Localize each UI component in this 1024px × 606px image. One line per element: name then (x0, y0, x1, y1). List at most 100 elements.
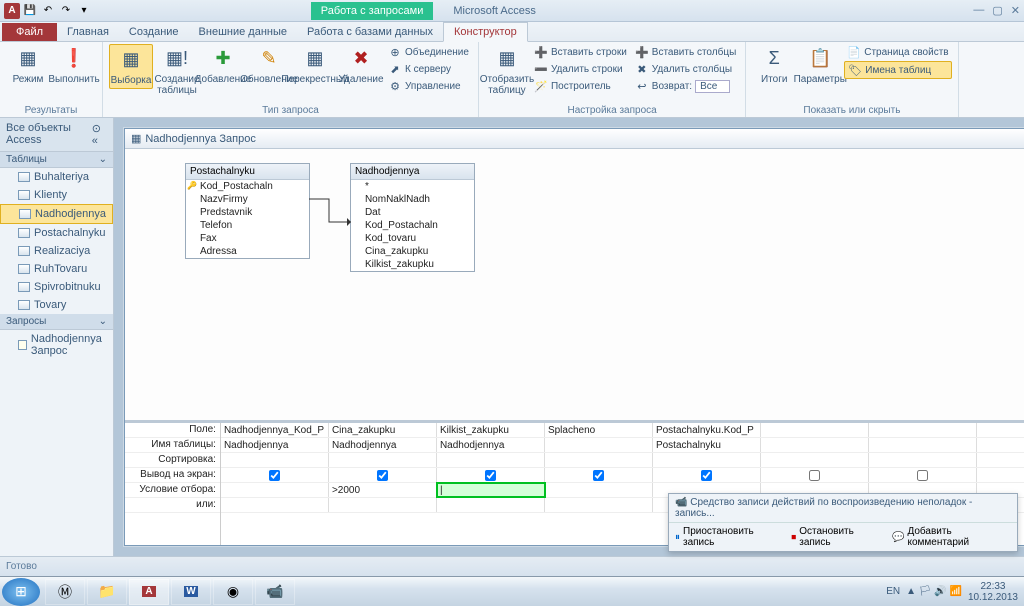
chevron-down-icon[interactable]: ⊙ « (92, 122, 107, 147)
totals-button[interactable]: ΣИтоги (752, 44, 796, 87)
parameters-button[interactable]: 📋Параметры (798, 44, 842, 87)
pause-button[interactable]: ⏸Приостановить запись (675, 526, 783, 548)
grid-cell[interactable]: Nadhodjennya (437, 438, 545, 452)
grid-cell[interactable] (977, 453, 1024, 467)
grid-cell[interactable] (221, 483, 329, 497)
taskbar-app-1[interactable]: Ⓜ (45, 579, 85, 605)
grid-cell[interactable] (761, 468, 869, 482)
stop-button[interactable]: ⏹Остановить запись (791, 526, 884, 548)
nav-table-realizaciya[interactable]: Realizaciya (0, 242, 113, 260)
close-icon[interactable]: ✕ (1011, 4, 1020, 17)
grid-cell[interactable] (653, 468, 761, 482)
show-table-button[interactable]: ▦Отобразить таблицу (485, 44, 529, 98)
grid-cell[interactable]: | (437, 483, 545, 497)
field-item[interactable]: Kod_Postachaln (186, 180, 309, 193)
tablenames-button[interactable]: 🏷Имена таблиц (844, 61, 951, 79)
taskbar-chrome[interactable]: ◉ (213, 579, 253, 605)
passthrough-button[interactable]: ⬈К серверу (385, 61, 472, 77)
grid-cell[interactable]: Postachalnyku (653, 438, 761, 452)
qat-dropdown-icon[interactable]: ▾ (76, 3, 92, 19)
grid-cell[interactable] (761, 453, 869, 467)
tab-dbtools[interactable]: Работа с базами данных (297, 23, 443, 41)
nav-query-item[interactable]: Nadhodjennya Запрос (0, 330, 113, 360)
select-query-button[interactable]: ▦Выборка (109, 44, 153, 89)
nav-table-nadhodjennya[interactable]: Nadhodjennya (0, 204, 113, 224)
file-tab[interactable]: Файл (2, 23, 57, 41)
minimize-icon[interactable]: — (973, 4, 984, 17)
grid-cell[interactable]: Nadhodjennya_Kod_P (221, 423, 329, 437)
nav-header[interactable]: Все объекты Access⊙ « (0, 118, 113, 152)
start-button[interactable]: ⊞ (2, 578, 40, 606)
grid-cell[interactable] (869, 423, 977, 437)
grid-cell[interactable] (329, 498, 437, 512)
grid-cell[interactable] (329, 468, 437, 482)
field-item[interactable]: Dat (351, 206, 474, 219)
field-item[interactable]: Telefon (186, 219, 309, 232)
grid-cell[interactable] (437, 453, 545, 467)
grid-cell[interactable] (761, 438, 869, 452)
field-item[interactable]: Kod_Postachaln (351, 219, 474, 232)
grid-cell[interactable] (437, 468, 545, 482)
view-button[interactable]: ▦Режим (6, 44, 50, 87)
nav-section-tables[interactable]: Таблицы⌄ (0, 152, 113, 168)
nav-section-queries[interactable]: Запросы⌄ (0, 314, 113, 330)
grid-cell[interactable] (329, 453, 437, 467)
nav-table-klienty[interactable]: Klienty (0, 186, 113, 204)
query-designer[interactable]: Postachalnyku Kod_PostachalnNazvFirmyPre… (125, 149, 1024, 423)
grid-cell[interactable] (221, 468, 329, 482)
field-item[interactable]: Kilkist_zakupku (351, 258, 474, 271)
grid-cell[interactable] (869, 453, 977, 467)
grid-cell[interactable]: Cina_zakupku (329, 423, 437, 437)
recorder-notification[interactable]: 📹 Средство записи действий по воспроизве… (668, 493, 1018, 552)
tab-home[interactable]: Главная (57, 23, 119, 41)
nav-table-buhalteriya[interactable]: Buhalteriya (0, 168, 113, 186)
delete-cols-button[interactable]: ✖Удалить столбцы (632, 61, 739, 77)
undo-icon[interactable]: ↶ (40, 3, 56, 19)
grid-cell[interactable]: Kilkist_zakupku (437, 423, 545, 437)
grid-cell[interactable]: >2000 (329, 483, 437, 497)
taskbar-explorer[interactable]: 📁 (87, 579, 127, 605)
grid-cell[interactable] (869, 438, 977, 452)
maketable-button[interactable]: ▦!Создание таблицы (155, 44, 199, 98)
delete-query-button[interactable]: ✖Удаление (339, 44, 383, 87)
field-item[interactable]: NomNaklNadh (351, 193, 474, 206)
field-item[interactable]: NazvFirmy (186, 193, 309, 206)
grid-cell[interactable] (545, 453, 653, 467)
grid-cell[interactable] (977, 438, 1024, 452)
field-item[interactable]: Cina_zakupku (351, 245, 474, 258)
tray-lang[interactable]: EN (886, 586, 900, 597)
grid-cell[interactable] (545, 498, 653, 512)
return-combo[interactable]: ↩Возврат: Все (632, 78, 739, 94)
builder-button[interactable]: 🪄Построитель (531, 78, 630, 94)
grid-cell[interactable] (977, 468, 1024, 482)
nav-table-postachalnyku[interactable]: Postachalnyku (0, 224, 113, 242)
taskbar-access[interactable]: A (129, 579, 169, 605)
grid-cell[interactable] (221, 498, 329, 512)
query-title-bar[interactable]: ▦Nadhodjennya Запрос —▢✕ (125, 129, 1024, 149)
taskbar-recorder[interactable]: 📹 (255, 579, 295, 605)
nav-table-tovary[interactable]: Tovary (0, 296, 113, 314)
nav-table-ruhtovaru[interactable]: RuhTovaru (0, 260, 113, 278)
insert-cols-button[interactable]: ➕Вставить столбцы (632, 44, 739, 60)
redo-icon[interactable]: ↷ (58, 3, 74, 19)
crosstab-button[interactable]: ▦Перекрестный (293, 44, 337, 87)
maximize-icon[interactable]: ▢ (992, 4, 1002, 17)
field-item[interactable]: Adressa (186, 245, 309, 258)
taskbar-word[interactable]: W (171, 579, 211, 605)
grid-cell[interactable] (221, 453, 329, 467)
tray-clock[interactable]: 22:3310.12.2013 (968, 581, 1018, 603)
propsheet-button[interactable]: 📄Страница свойств (844, 44, 951, 60)
grid-cell[interactable] (545, 483, 653, 497)
field-item[interactable]: Predstavnik (186, 206, 309, 219)
grid-cell[interactable] (437, 498, 545, 512)
tab-create[interactable]: Создание (119, 23, 189, 41)
append-button[interactable]: ✚Добавление (201, 44, 245, 87)
tab-design[interactable]: Конструктор (443, 22, 528, 42)
grid-cell[interactable] (545, 438, 653, 452)
grid-cell[interactable]: Nadhodjennya (329, 438, 437, 452)
field-item[interactable]: * (351, 180, 474, 193)
grid-cell[interactable] (761, 423, 869, 437)
union-button[interactable]: ⊕Объединение (385, 44, 472, 60)
comment-button[interactable]: 💬Добавить комментарий (892, 526, 1011, 548)
grid-cell[interactable] (977, 423, 1024, 437)
